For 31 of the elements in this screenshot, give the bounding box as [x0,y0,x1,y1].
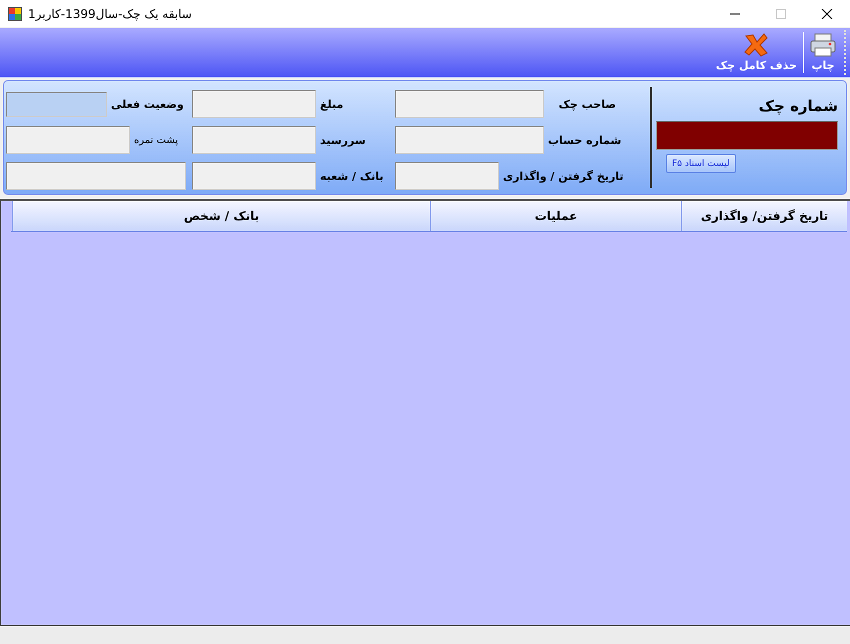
field-label: تاریخ گرفتن / واگذاری [503,170,625,182]
check-number-label: شماره چک [758,97,838,115]
printer-icon [810,33,836,57]
close-icon [821,8,833,18]
delete-button[interactable]: حذف کامل چک [712,28,801,77]
input-field[interactable] [192,90,316,118]
input-field[interactable] [395,90,544,118]
field-label: وضعیت فعلی [111,98,185,110]
input-field[interactable] [395,162,499,190]
field-label: صاحب چک [558,98,617,110]
column-header[interactable]: تاریخ گرفتن/ واگذاری [681,201,847,231]
input-field[interactable] [6,126,130,154]
document-list-button[interactable]: لیست اسناد F۵ [666,154,736,173]
check-number-field[interactable] [656,121,838,150]
field-label: پشت نمره [134,134,180,146]
field-label: شماره حساب [548,134,622,146]
input-field[interactable] [6,92,107,116]
column-header[interactable]: عملیات [430,201,681,231]
field-label: سررسید [320,134,367,146]
column-header[interactable]: بانک / شخص [12,201,430,231]
input-field[interactable] [395,126,544,154]
input-field[interactable] [192,126,316,154]
field-label: مبلغ [320,98,344,110]
maximize-icon [775,8,787,18]
field-label: بانک / شعبه [320,170,385,182]
app-icon [8,6,22,20]
input-field[interactable] [192,162,316,190]
window-title: سابقه یک چک-سال1399-کاربر1 [28,6,193,20]
x-mark-icon [743,33,770,57]
print-button[interactable]: چاپ [806,28,840,77]
input-field[interactable] [6,162,186,190]
